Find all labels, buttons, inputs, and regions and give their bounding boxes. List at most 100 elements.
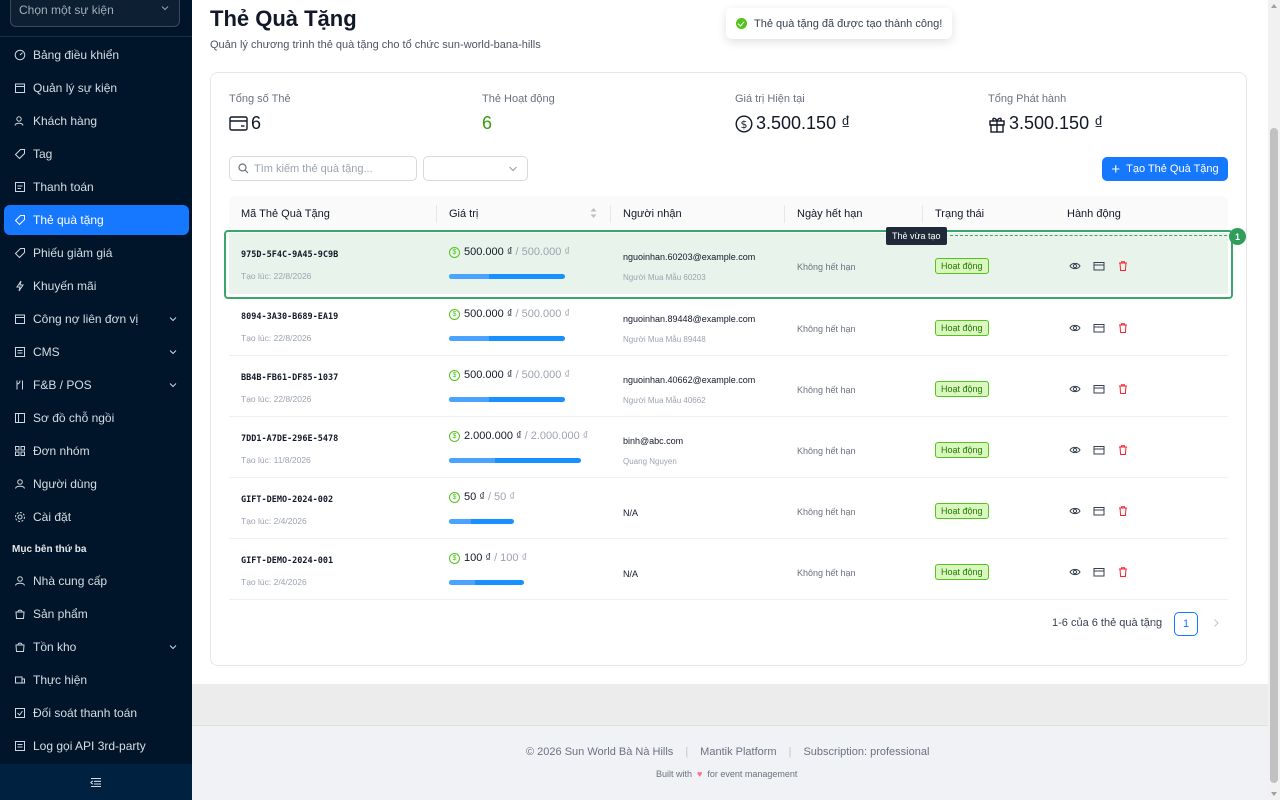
sidebar-item-label: Đối soát thanh toán — [33, 706, 138, 720]
column-divider — [784, 205, 785, 223]
column-header-value[interactable]: Giá trị — [449, 208, 478, 220]
sidebar-item-fulfillment[interactable]: Thực hiện — [4, 665, 189, 695]
event-select[interactable]: Chọn một sự kiện — [10, 0, 180, 27]
credit-card-icon[interactable] — [1093, 566, 1105, 578]
menu-fold-icon — [90, 777, 101, 787]
table-row[interactable]: 975D-5F4C-9A45-9C9B Tạo lúc: 22/8/2026 $… — [229, 233, 1228, 294]
eye-icon[interactable] — [1069, 322, 1081, 334]
sidebar-item-tag[interactable]: Tag — [4, 139, 189, 169]
sidebar-item-users[interactable]: Người dùng — [4, 469, 189, 499]
eye-icon[interactable] — [1069, 566, 1081, 578]
credit-card-icon[interactable] — [1093, 260, 1105, 272]
delete-icon[interactable] — [1117, 566, 1129, 578]
credit-card-icon[interactable] — [1093, 383, 1105, 395]
sidebar-item-coupons[interactable]: Phiếu giảm giá — [4, 238, 189, 268]
create-gift-card-button[interactable]: + Tạo Thẻ Quà Tặng — [1102, 157, 1228, 181]
delete-icon[interactable] — [1117, 260, 1129, 272]
eye-icon[interactable] — [1069, 383, 1081, 395]
buyer-name: Người Mua Mẫu 60203 — [623, 273, 706, 282]
footer-platform[interactable]: Mantik Platform — [700, 746, 776, 758]
credit-card-icon[interactable] — [1093, 505, 1105, 517]
column-divider — [436, 205, 437, 223]
sidebar-item-debt[interactable]: Công nợ liên đơn vị — [4, 304, 189, 334]
gift-card-value: $500.000 ₫/ 500.000 ₫ — [449, 308, 570, 320]
footer-links: © 2026 Sun World Bà Nà Hills | Mantik Pl… — [526, 746, 929, 758]
balance-progress-bar — [449, 519, 514, 524]
credit-card-icon[interactable] — [1093, 322, 1105, 334]
sidebar-item-payments[interactable]: Thanh toán — [4, 172, 189, 202]
recipient-email: nguoinhan.60203@example.com — [623, 252, 756, 262]
table-row[interactable]: 8094-3A30-B689-EA19 Tạo lúc: 22/8/2026 $… — [229, 295, 1228, 356]
gift-card-value: $500.000 ₫/ 500.000 ₫ — [449, 246, 570, 258]
calendar-icon — [15, 83, 25, 93]
footer-built-with: Built with ♥ for event management — [656, 769, 797, 779]
gift-card-code: 975D-5F4C-9A45-9C9B — [241, 250, 339, 260]
expiry-date: Không hết hạn — [797, 568, 856, 578]
column-divider — [922, 205, 923, 223]
table-row[interactable]: GIFT-DEMO-2024-001 Tạo lúc: 2/4/2026 $10… — [229, 539, 1228, 600]
sidebar-item-label: Người dùng — [33, 477, 97, 491]
gift-card-code: 8094-3A30-B689-EA19 — [241, 312, 339, 322]
sidebar-item-api-log[interactable]: Log gọi API 3rd-party — [4, 731, 189, 761]
total-amount: / 100 ₫ — [494, 552, 528, 564]
sort-icon[interactable] — [590, 207, 597, 219]
balance-progress-bar — [449, 580, 524, 585]
success-toast: Thẻ quà tặng đã được tạo thành công! — [726, 8, 953, 39]
sidebar-collapse-button[interactable] — [0, 764, 192, 800]
sidebar-item-label: CMS — [33, 345, 60, 359]
eye-icon[interactable] — [1069, 260, 1081, 272]
delete-icon[interactable] — [1117, 383, 1129, 395]
eye-icon[interactable] — [1069, 444, 1081, 456]
sidebar-item-gift-cards[interactable]: Thẻ quà tặng — [4, 205, 189, 235]
scroll-up-arrow[interactable] — [1271, 4, 1277, 8]
sidebar-item-customers[interactable]: Khách hàng — [4, 106, 189, 136]
dollar-circle-icon: $ — [735, 114, 753, 133]
table-row[interactable]: GIFT-DEMO-2024-002 Tạo lúc: 2/4/2026 $50… — [229, 478, 1228, 539]
buyer-name: Người Mua Mẫu 40662 — [623, 396, 706, 405]
sidebar-item-reconciliation[interactable]: Đối soát thanh toán — [4, 698, 189, 728]
scroll-down-arrow[interactable] — [1271, 792, 1277, 796]
footer-band — [192, 684, 1268, 726]
status-filter-select[interactable] — [423, 156, 528, 181]
highlight-marker: 1 — [1229, 228, 1246, 245]
total-amount: / 500.000 ₫ — [515, 308, 571, 320]
sidebar-item-settings[interactable]: Cài đặt — [4, 502, 189, 532]
users-icon — [14, 116, 24, 126]
chevron-right-icon[interactable] — [1211, 618, 1221, 628]
expiry-date: Không hết hạn — [797, 507, 856, 517]
balance-amount: 500.000 ₫ — [464, 308, 513, 320]
sidebar-item-dashboard[interactable]: Bảng điều khiển — [4, 40, 189, 70]
stat-value: 6 — [482, 113, 493, 133]
balance-progress-bar — [449, 458, 581, 463]
pagination-page-current[interactable]: 1 — [1174, 612, 1198, 636]
delete-icon[interactable] — [1117, 322, 1129, 334]
stat-value: 6 — [251, 113, 262, 133]
delete-icon[interactable] — [1117, 444, 1129, 456]
eye-icon[interactable] — [1069, 505, 1081, 517]
sidebar-item-group-orders[interactable]: Đơn nhóm — [4, 436, 189, 466]
credit-card-icon[interactable] — [1093, 444, 1105, 456]
sidebar-item-inventory[interactable]: Tồn kho — [4, 632, 189, 662]
created-date: Tạo lúc: 2/4/2026 — [241, 516, 307, 526]
sidebar-item-products[interactable]: Sản phẩm — [4, 599, 189, 629]
table-row[interactable]: 7DD1-A7DE-296E-5478 Tạo lúc: 11/8/2026 $… — [229, 417, 1228, 478]
dollar-circle-icon: $ — [449, 552, 460, 564]
sidebar-item-suppliers[interactable]: Nhà cung cấp — [4, 566, 189, 596]
sidebar-item-promotions[interactable]: Khuyến mãi — [4, 271, 189, 301]
sidebar-item-seat-map[interactable]: Sơ đồ chỗ ngồi — [4, 403, 189, 433]
table-row[interactable]: BB4B-FB61-DF85-1037 Tạo lúc: 22/8/2026 $… — [229, 356, 1228, 417]
balance-amount: 500.000 ₫ — [464, 369, 513, 381]
delete-icon[interactable] — [1117, 505, 1129, 517]
chevron-left-icon[interactable] — [1151, 618, 1161, 628]
stat-label: Tổng Phát hành — [988, 93, 1067, 105]
sidebar-item-events[interactable]: Quản lý sự kiện — [4, 73, 189, 103]
created-date: Tạo lúc: 22/8/2026 — [241, 271, 312, 281]
balance-progress-bar — [449, 274, 565, 279]
search-input[interactable]: Tìm kiếm thẻ quà tặng... — [229, 156, 417, 181]
page-scrollbar[interactable] — [1268, 0, 1280, 800]
footer-subscription: Subscription: professional — [803, 746, 930, 758]
sidebar-item-cms[interactable]: CMS — [4, 337, 189, 367]
sidebar-item-label: F&B / POS — [33, 378, 92, 392]
sidebar-item-fnb-pos[interactable]: F&B / POS — [4, 370, 189, 400]
scrollbar-thumb[interactable] — [1270, 128, 1278, 783]
